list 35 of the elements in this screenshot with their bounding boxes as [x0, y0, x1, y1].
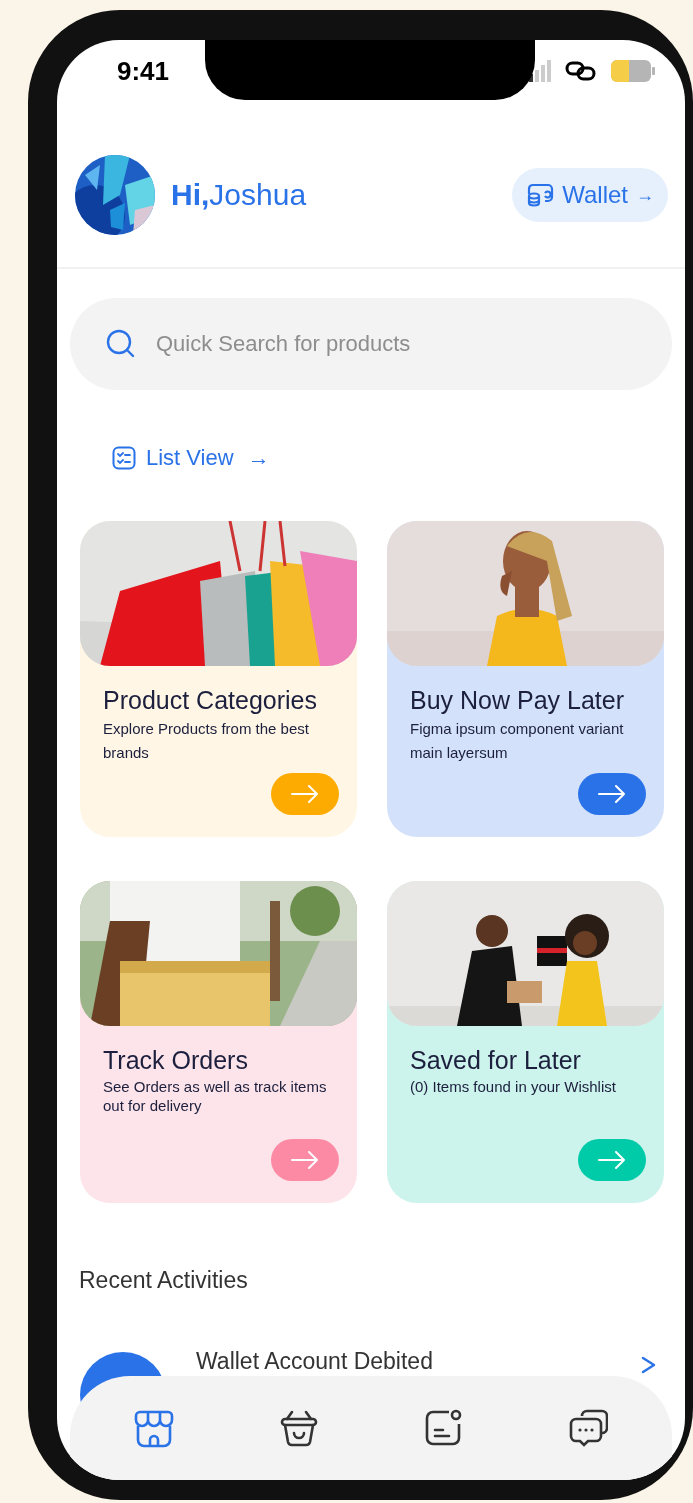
- section-title: Recent Activities: [79, 1267, 249, 1294]
- note-icon[interactable]: [423, 1408, 464, 1448]
- card-title: Saved for Later: [410, 1046, 582, 1075]
- chat-icon[interactable]: [567, 1408, 608, 1448]
- card-description: (0) Items found in your Wishlist: [410, 1077, 617, 1096]
- link-icon: [565, 60, 597, 82]
- arrow-right-icon: [291, 785, 319, 803]
- card-description: See Orders as well as track items out for delivery: [103, 1077, 328, 1115]
- card-title: Product Categories: [103, 686, 318, 715]
- checklist-icon: [112, 446, 136, 470]
- arrow-right-icon: [291, 1151, 319, 1169]
- feature-card[interactable]: Buy Now Pay Later Figma ipsum component variant main layersum: [387, 521, 664, 837]
- feature-card[interactable]: Track Orders See Orders as well as track items out for delivery: [80, 881, 357, 1203]
- feature-card[interactable]: Saved for Later (0) Items found in your Wishlist: [387, 881, 664, 1203]
- wallet-icon: [526, 182, 555, 208]
- status-time: 9:41: [117, 55, 170, 87]
- arrow-text[interactable]: →: [247, 445, 270, 471]
- card-description: Explore Products from the best brands: [103, 719, 310, 763]
- signal-icon: [529, 60, 551, 82]
- store-icon[interactable]: [134, 1408, 175, 1448]
- list-view-link[interactable]: List View: [146, 445, 234, 471]
- greeting-text: Hi,Joshua: [171, 178, 307, 212]
- search-field[interactable]: Quick Search for products: [70, 298, 672, 390]
- card-description: Figma ipsum component variant main layersum: [410, 719, 625, 763]
- arrow-right-icon: [598, 1151, 626, 1169]
- chevron-right-icon[interactable]: [641, 1356, 657, 1374]
- basket-icon[interactable]: [278, 1408, 319, 1448]
- arrow-button[interactable]: [578, 773, 646, 815]
- card-title: Buy Now Pay Later: [410, 686, 625, 715]
- arrow-right-icon: [598, 785, 626, 803]
- battery-icon: [611, 60, 655, 82]
- card-title: Track Orders: [103, 1046, 249, 1075]
- wallet-button[interactable]: Wallet →: [512, 168, 668, 222]
- activity-title[interactable]: Wallet Account Debited: [196, 1348, 433, 1375]
- feature-card[interactable]: Product Categories Explore Products from the best brands: [80, 521, 357, 837]
